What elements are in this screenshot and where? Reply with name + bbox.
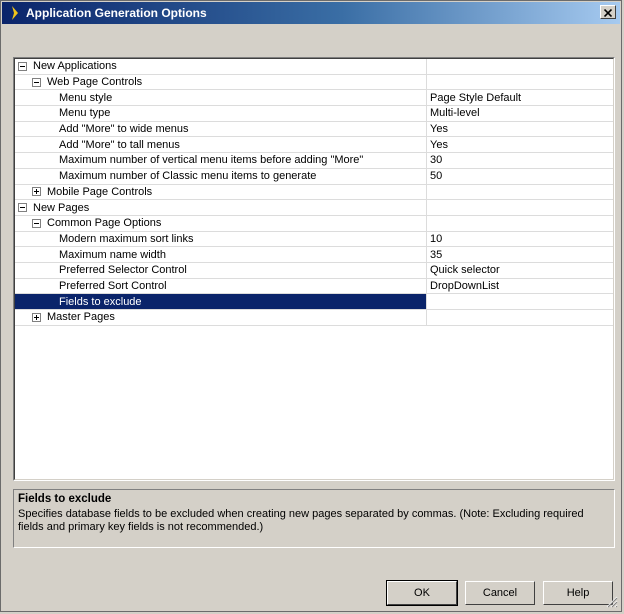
title-bar[interactable]: Application Generation Options — [2, 2, 620, 24]
property-value: Yes — [430, 138, 448, 151]
property-name: Preferred Selector Control — [59, 264, 187, 277]
property-value-cell[interactable] — [427, 200, 613, 215]
app-chevron-icon — [9, 6, 21, 20]
close-button[interactable] — [600, 5, 616, 19]
property-row[interactable]: Preferred Selector Control Quick selector — [15, 262, 613, 279]
property-name-cell: Preferred Sort Control — [15, 278, 427, 294]
property-value-cell[interactable]: Quick selector — [427, 263, 613, 278]
property-value-cell[interactable]: Multi-level — [427, 106, 613, 121]
property-name: Mobile Page Controls — [47, 185, 153, 198]
collapse-minus-icon[interactable] — [32, 77, 41, 87]
property-name-cell: New Pages — [15, 200, 427, 215]
close-icon — [603, 5, 613, 20]
cancel-button[interactable]: Cancel — [465, 581, 535, 605]
property-row[interactable]: Menu style Page Style Default — [15, 90, 613, 107]
property-value-cell[interactable]: Yes — [427, 137, 613, 152]
collapse-minus-icon[interactable] — [18, 203, 27, 213]
category-row[interactable]: New Pages — [15, 200, 613, 216]
property-value-cell[interactable]: 35 — [427, 247, 613, 262]
property-value: 50 — [430, 170, 443, 183]
resize-grip-icon[interactable] — [606, 596, 618, 608]
property-value-cell[interactable] — [427, 75, 613, 90]
property-name-cell: Fields to exclude — [15, 294, 427, 309]
property-row[interactable]: Add "More" to wide menus Yes — [15, 121, 613, 138]
property-name-cell: Preferred Selector Control — [15, 262, 427, 278]
property-value: Yes — [430, 123, 448, 136]
property-value-cell[interactable] — [427, 59, 613, 74]
property-value-cell[interactable] — [427, 310, 613, 325]
property-value: 10 — [430, 232, 443, 245]
property-value-cell[interactable] — [427, 294, 613, 309]
category-row[interactable]: Web Page Controls — [15, 74, 613, 91]
property-name: New Pages — [33, 201, 90, 214]
property-name-cell: Master Pages — [15, 310, 427, 325]
category-row[interactable]: Master Pages — [15, 310, 613, 326]
expand-plus-icon[interactable] — [32, 312, 41, 322]
dialog-title: Application Generation Options — [26, 6, 207, 20]
property-value: 30 — [430, 154, 443, 167]
property-name: Add "More" to wide menus — [59, 123, 189, 136]
property-name-cell: Menu type — [15, 106, 427, 121]
property-row[interactable]: Preferred Sort Control DropDownList — [15, 278, 613, 295]
property-name-cell: Maximum name width — [15, 247, 427, 262]
property-row[interactable]: Maximum name width 35 — [15, 247, 613, 263]
property-value-cell[interactable]: 50 — [427, 169, 613, 184]
property-name-cell: Mobile Page Controls — [15, 184, 427, 200]
property-name: Common Page Options — [47, 217, 162, 230]
property-name: Maximum name width — [59, 248, 166, 261]
description-text: Specifies database fields to be excluded… — [18, 508, 584, 533]
property-grid[interactable]: New Applications Web Page Controls Menu st… — [13, 57, 615, 481]
property-row[interactable]: Maximum number of Classic menu items to … — [15, 168, 613, 185]
property-name: Add "More" to tall menus — [59, 138, 180, 151]
property-name: Maximum number of Classic menu items to … — [59, 170, 317, 183]
property-name-cell: New Applications — [15, 59, 427, 74]
property-name-cell: Menu style — [15, 90, 427, 106]
description-panel: Fields to exclude Specifies database fie… — [13, 489, 615, 548]
property-row[interactable]: Modern maximum sort links 10 — [15, 231, 613, 248]
property-value: Multi-level — [430, 107, 480, 120]
ok-button[interactable]: OK — [386, 580, 458, 606]
property-name: Modern maximum sort links — [59, 232, 194, 245]
collapse-minus-icon[interactable] — [18, 61, 27, 71]
property-name-cell: Maximum number of Classic menu items to … — [15, 168, 427, 184]
property-row[interactable]: Fields to exclude — [15, 294, 613, 310]
dialog-window: Application Generation Options New Appli… — [0, 0, 622, 612]
expand-plus-icon[interactable] — [32, 187, 41, 197]
category-row[interactable]: Mobile Page Controls — [15, 184, 613, 201]
property-row[interactable]: Menu type Multi-level — [15, 106, 613, 122]
property-value-cell[interactable] — [427, 216, 613, 231]
property-row[interactable]: Add "More" to tall menus Yes — [15, 137, 613, 154]
description-title: Fields to exclude — [18, 493, 112, 505]
property-name: Menu style — [59, 91, 113, 104]
collapse-minus-icon[interactable] — [32, 218, 41, 228]
property-name-cell: Maximum number of vertical menu items be… — [15, 153, 427, 168]
property-value-cell[interactable]: Yes — [427, 122, 613, 137]
property-name: Maximum number of vertical menu items be… — [59, 154, 364, 167]
property-row[interactable]: Maximum number of vertical menu items be… — [15, 153, 613, 169]
property-grid-rows: New Applications Web Page Controls Menu st… — [14, 58, 614, 480]
property-name-cell: Add "More" to tall menus — [15, 137, 427, 153]
property-name-cell: Modern maximum sort links — [15, 231, 427, 247]
property-value-cell[interactable]: Page Style Default — [427, 90, 613, 105]
property-name: Master Pages — [47, 311, 115, 324]
property-name-cell: Add "More" to wide menus — [15, 121, 427, 137]
property-value-cell[interactable] — [427, 185, 613, 200]
property-value: DropDownList — [430, 279, 500, 292]
property-name: Preferred Sort Control — [59, 279, 167, 292]
property-name: Web Page Controls — [47, 76, 143, 89]
property-name-cell: Common Page Options — [15, 215, 427, 231]
property-value: Page Style Default — [430, 91, 522, 104]
property-name: Fields to exclude — [59, 295, 142, 308]
property-name-cell: Web Page Controls — [15, 74, 427, 90]
help-button[interactable]: Help — [543, 581, 613, 605]
property-value-cell[interactable]: 30 — [427, 153, 613, 168]
property-value-cell[interactable]: DropDownList — [427, 279, 613, 294]
property-value: 35 — [430, 248, 443, 261]
property-name: Menu type — [59, 107, 111, 120]
category-row[interactable]: New Applications — [15, 59, 613, 75]
property-value: Quick selector — [430, 264, 500, 277]
category-row[interactable]: Common Page Options — [15, 215, 613, 232]
property-name: New Applications — [33, 60, 117, 73]
property-value-cell[interactable]: 10 — [427, 232, 613, 247]
